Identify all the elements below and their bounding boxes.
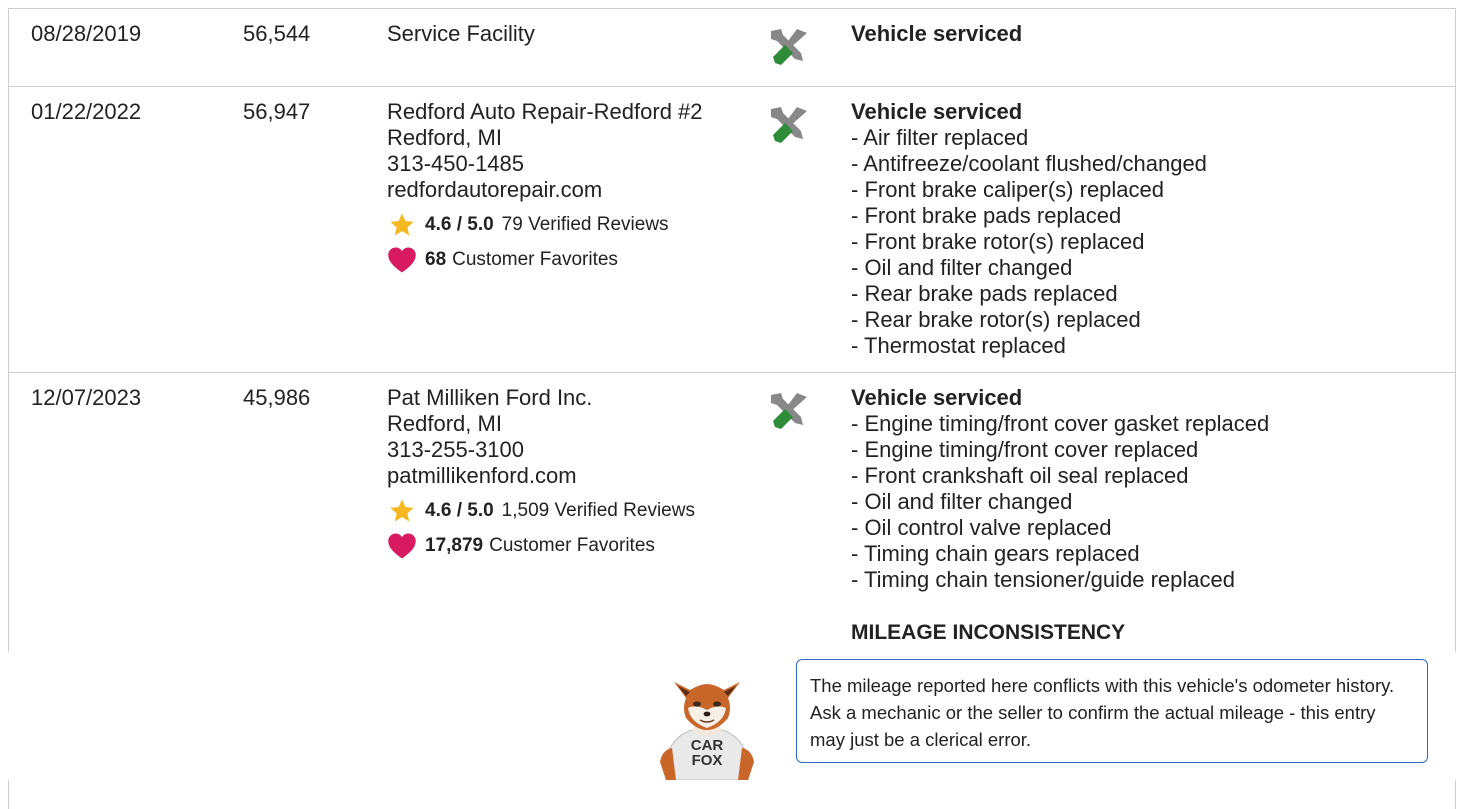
- service-item: - Engine timing/front cover replaced: [851, 437, 1199, 462]
- star-icon: [387, 211, 417, 239]
- source-phone[interactable]: 313-450-1485: [387, 151, 703, 177]
- favorites-row: 68 Customer Favorites: [387, 245, 703, 275]
- favorites-row: 17,879 Customer Favorites: [387, 531, 695, 561]
- service-item: - Front brake caliper(s) replaced: [851, 177, 1165, 202]
- service-item: - Rear brake rotor(s) replaced: [851, 307, 1141, 332]
- favorites-label: Customer Favorites: [489, 535, 655, 556]
- carfox-mascot-icon: CAR FOX: [652, 664, 762, 781]
- source-phone[interactable]: 313-255-3100: [387, 437, 695, 463]
- service-item: - Oil and filter changed: [851, 489, 1073, 514]
- table-row: 01/22/2022 56,947 Redford Auto Repair-Re…: [9, 87, 1455, 373]
- table-row: 08/28/2019 56,544 Service Facility Vehic…: [9, 9, 1455, 87]
- record-details: Vehicle serviced: [851, 21, 1022, 47]
- service-item: - Engine timing/front cover gasket repla…: [851, 411, 1270, 436]
- review-count[interactable]: 79 Verified Reviews: [502, 212, 669, 238]
- heart-icon: [387, 245, 417, 275]
- service-item: - Air filter replaced: [851, 125, 1029, 150]
- svg-text:FOX: FOX: [692, 752, 723, 769]
- service-item: - Front brake rotor(s) replaced: [851, 229, 1145, 254]
- service-item: - Front crankshaft oil seal replaced: [851, 463, 1189, 488]
- source-name: Pat Milliken Ford Inc.: [387, 385, 593, 410]
- service-item: - Antifreeze/coolant flushed/changed: [851, 151, 1207, 176]
- source-info: Redford Auto Repair-Redford #2 Redford, …: [387, 99, 703, 275]
- service-item: - Thermostat replaced: [851, 333, 1066, 358]
- record-title: Vehicle serviced: [851, 21, 1023, 46]
- service-item: - Oil control valve replaced: [851, 515, 1112, 540]
- mileage-inconsistency-title: MILEAGE INCONSISTENCY: [851, 621, 1126, 644]
- odometer-reading: 56,544: [243, 21, 311, 46]
- wrench-screwdriver-icon: [767, 103, 811, 147]
- source-location: Redford, MI: [387, 411, 502, 436]
- source-line: Service Facility: [387, 21, 535, 46]
- service-item: - Rear brake pads replaced: [851, 281, 1118, 306]
- record-date: 08/28/2019: [31, 21, 142, 46]
- source-name: Redford Auto Repair-Redford #2: [387, 99, 703, 124]
- record-title: Vehicle serviced: [851, 99, 1023, 124]
- record-title: Vehicle serviced: [851, 385, 1023, 410]
- record-date: 12/07/2023: [31, 385, 142, 410]
- favorites-count: 17,879: [425, 535, 484, 556]
- favorites-count: 68: [425, 249, 447, 270]
- favorites-label: Customer Favorites: [452, 249, 618, 270]
- heart-icon: [387, 531, 417, 561]
- service-item: - Timing chain tensioner/guide replaced: [851, 567, 1236, 592]
- source-website-link[interactable]: patmillikenford.com: [387, 463, 695, 489]
- rating-row[interactable]: 4.6 / 5.0 79 Verified Reviews: [387, 211, 703, 239]
- rating-value: 4.6 / 5.0: [425, 500, 494, 521]
- callout-text: The mileage reported here conflicts with…: [810, 675, 1395, 750]
- record-details: Vehicle serviced - Engine timing/front c…: [851, 385, 1269, 593]
- star-icon: [387, 497, 417, 525]
- service-item: - Timing chain gears replaced: [851, 541, 1140, 566]
- source-name: Service Facility: [387, 21, 535, 47]
- mileage-alert-callout: The mileage reported here conflicts with…: [796, 659, 1428, 763]
- wrench-screwdriver-icon: [767, 389, 811, 433]
- source-location: Redford, MI: [387, 125, 502, 150]
- service-item: - Front brake pads replaced: [851, 203, 1122, 228]
- source-website-link[interactable]: redfordautorepair.com: [387, 177, 703, 203]
- record-details: Vehicle serviced - Air filter replaced -…: [851, 99, 1207, 359]
- service-item: - Oil and filter changed: [851, 255, 1073, 280]
- odometer-reading: 56,947: [243, 99, 311, 124]
- rating-value: 4.6 / 5.0: [425, 214, 494, 235]
- source-info: Pat Milliken Ford Inc. Redford, MI 313-2…: [387, 385, 695, 561]
- record-date: 01/22/2022: [31, 99, 142, 124]
- odometer-reading: 45,986: [243, 385, 311, 410]
- rating-row[interactable]: 4.6 / 5.0 1,509 Verified Reviews: [387, 497, 695, 525]
- review-count[interactable]: 1,509 Verified Reviews: [502, 498, 695, 524]
- wrench-screwdriver-icon: [767, 25, 811, 69]
